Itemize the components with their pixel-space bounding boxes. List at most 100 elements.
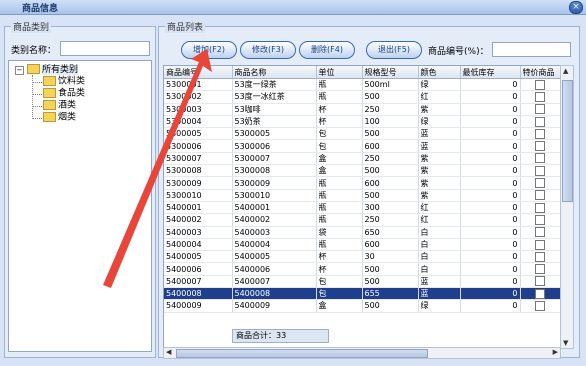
table-cell: 紫 [418, 152, 461, 166]
special-price-checkbox[interactable] [535, 178, 545, 189]
special-price-checkbox[interactable] [535, 116, 545, 127]
edit-button[interactable]: 修改(F3) [240, 41, 296, 59]
product-table[interactable]: 商品编号 商品名称 单位 规格型号 颜色 最低库存 特价商品 5300001 53度一绿茶瓶 5… [163, 65, 561, 349]
table-row[interactable]: 5400003 5400003 袋 650 白 0 [164, 226, 560, 239]
tree-node-tobacco[interactable]: 烟类 [43, 112, 76, 123]
special-price-checkbox[interactable] [535, 251, 545, 262]
column-header[interactable]: 单位 [316, 66, 363, 79]
column-header[interactable]: 最低库存 [460, 66, 521, 79]
horizontal-scroll-thumb[interactable] [176, 349, 428, 358]
special-price-checkbox[interactable] [535, 227, 545, 238]
table-row[interactable]: 5300006 5300006 包 600 蓝 0 [164, 139, 560, 153]
column-header[interactable]: 规格型号 [362, 66, 419, 79]
table-row[interactable]: 5300002 53度一冰红茶瓶 500 红 0 [164, 90, 560, 104]
table-row[interactable]: 5400001 5400001 瓶 300 红 0 [164, 201, 560, 215]
table-cell: 红 [418, 201, 461, 215]
table-cell: 0 [460, 115, 521, 129]
table-cell: 600 [362, 238, 419, 252]
table-row[interactable]: 5400009 5400009 盒 500 绿 0 [164, 299, 560, 313]
table-cell: 5400002 [164, 213, 233, 227]
horizontal-scrollbar[interactable]: ◀ ▶ [163, 347, 561, 359]
table-cell: 包 [316, 287, 363, 301]
special-price-checkbox[interactable] [535, 288, 545, 299]
table-row[interactable]: 5300007 5300007 盒 250 紫 0 [164, 152, 560, 166]
table-row[interactable]: 5400004 5400004 瓶 600 白 0 [164, 238, 560, 252]
tree-collapse-icon[interactable]: − [15, 66, 24, 75]
table-cell: 0 [460, 262, 521, 276]
special-price-checkbox[interactable] [535, 214, 545, 225]
scroll-left-icon[interactable]: ◀ [166, 348, 171, 356]
delete-button[interactable]: 删除(F4) [299, 41, 355, 59]
table-row[interactable]: 5300010 5300010 瓶 500 紫 0 [164, 189, 560, 202]
special-price-cell [520, 164, 560, 178]
close-icon[interactable]: × [569, 1, 583, 14]
vertical-scroll-thumb[interactable] [562, 80, 573, 202]
table-row[interactable]: 5400006 5400006 杯 500 白 0 [164, 262, 560, 276]
special-price-checkbox[interactable] [535, 104, 545, 115]
column-header[interactable]: 特价商品 [520, 66, 560, 79]
product-code-input[interactable] [492, 42, 571, 57]
table-cell: 500 [362, 275, 419, 289]
table-cell: 5300001 [164, 78, 233, 92]
special-price-checkbox[interactable] [535, 153, 545, 164]
table-cell: 瓶 [316, 189, 363, 202]
category-name-input[interactable] [60, 41, 150, 56]
table-cell: 5300010 [232, 189, 317, 202]
table-cell: 紫 [418, 189, 461, 202]
table-cell: 0 [460, 213, 521, 227]
scroll-right-icon[interactable]: ▶ [553, 348, 558, 356]
column-header[interactable]: 商品编号 [164, 66, 233, 79]
special-price-checkbox[interactable] [535, 276, 545, 287]
table-cell: 500 [362, 299, 419, 313]
add-button[interactable]: 增加(F2) [181, 41, 237, 59]
exit-button[interactable]: 退出(F5) [366, 41, 422, 59]
column-header[interactable]: 商品名称 [232, 66, 317, 79]
scroll-up-icon[interactable]: ▲ [563, 67, 568, 75]
special-price-cell [520, 213, 560, 227]
special-price-cell [520, 189, 560, 202]
tree-node-food[interactable]: 食品类 [43, 88, 85, 99]
table-cell: 100 [362, 115, 419, 129]
table-row[interactable]: 5300004 53奶茶杯 100 绿 0 [164, 115, 560, 129]
table-cell: 0 [460, 164, 521, 178]
column-header[interactable]: 颜色 [418, 66, 461, 79]
table-row[interactable]: 5400005 5400005 杯 30 白 0 [164, 250, 560, 264]
tree-node-root[interactable]: 所有类别 [27, 64, 79, 75]
table-row[interactable]: 5400002 5400002 瓶 250 红 0 [164, 213, 560, 227]
table-row[interactable]: 5300003 53咖啡杯 250 紫 0 [164, 103, 560, 116]
table-cell: 0 [460, 139, 521, 153]
table-row[interactable]: 5400008 5400008 包 655 蓝 0 [164, 287, 560, 301]
scroll-down-icon[interactable]: ▼ [563, 339, 568, 347]
special-price-checkbox[interactable] [535, 264, 545, 275]
table-cell: 5400009 [232, 299, 317, 313]
table-row[interactable]: 5300005 5300005 包 500 蓝 0 [164, 127, 560, 141]
special-price-checkbox[interactable] [535, 239, 545, 250]
special-price-checkbox[interactable] [535, 91, 545, 102]
table-cell: 蓝 [418, 275, 461, 289]
special-price-checkbox[interactable] [535, 165, 545, 176]
table-row[interactable]: 5400007 5400007 包 500 蓝 0 [164, 275, 560, 289]
table-row[interactable]: 5300001 53度一绿茶瓶 500ml 绿 0 [164, 78, 560, 92]
table-cell: 5400008 [232, 287, 317, 301]
tree-node-alcohol[interactable]: 酒类 [43, 100, 76, 111]
table-cell: 5300007 [164, 152, 233, 166]
special-price-checkbox[interactable] [535, 190, 545, 201]
special-price-checkbox[interactable] [535, 128, 545, 139]
table-row[interactable]: 5300008 5300008 盒 500 紫 0 [164, 164, 560, 178]
table-cell: 5300005 [164, 127, 233, 141]
special-price-cell [520, 176, 560, 190]
special-price-checkbox[interactable] [535, 141, 545, 152]
table-cell: 5400002 [232, 213, 317, 227]
table-cell: 655 [362, 287, 419, 301]
category-tree[interactable]: − 所有类别 饮料类 食品类 酒类 烟类 [8, 60, 152, 352]
special-price-checkbox[interactable] [535, 300, 545, 311]
vertical-scrollbar[interactable]: ▲ ▼ [560, 65, 574, 349]
table-row[interactable]: 5300009 5300009 瓶 600 紫 0 [164, 176, 560, 190]
table-cell: 0 [460, 238, 521, 252]
tree-node-drinks[interactable]: 饮料类 [43, 76, 85, 87]
table-cell: 蓝 [418, 287, 461, 301]
special-price-checkbox[interactable] [535, 202, 545, 213]
special-price-cell [520, 201, 560, 215]
folder-icon [43, 112, 56, 122]
special-price-checkbox[interactable] [535, 79, 545, 90]
